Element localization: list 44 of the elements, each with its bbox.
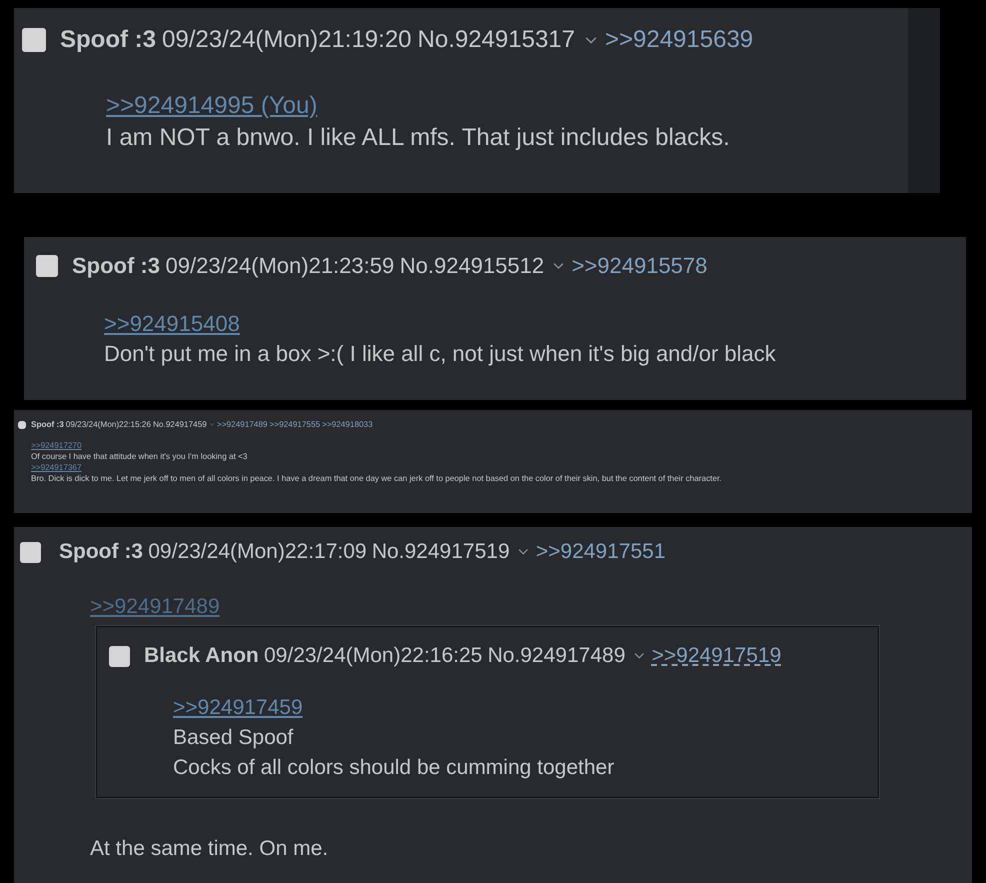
chevron-icon[interactable] bbox=[210, 423, 214, 426]
post-text: I am NOT a bnwo. I like ALL mfs. That just includes blacks. bbox=[106, 123, 731, 153]
post-number[interactable]: No.924917459 bbox=[152, 420, 207, 429]
reply-link[interactable]: >>924917489 bbox=[216, 420, 268, 429]
checkbox[interactable] bbox=[22, 28, 46, 52]
post-text: Bro. Dick is dick to me. Let me jerk off to men of all colors in peace. I have a dream that one day we can jerk off to people not based on the color of their skin, but the content of their character. bbox=[31, 473, 723, 484]
quote-link[interactable]: >>924914995 (You) bbox=[106, 92, 318, 119]
post-datetime: 09/23/24(Mon)21:19:20 bbox=[162, 26, 412, 54]
poster-name: Spoof :3 bbox=[59, 540, 143, 564]
post-datetime: 09/23/24(Mon)22:16:25 bbox=[264, 643, 482, 669]
poster-name: Black Anon bbox=[144, 643, 259, 669]
post-datetime: 09/23/24(Mon)21:23:59 bbox=[166, 253, 394, 279]
post-number[interactable]: No.924915512 bbox=[400, 253, 544, 279]
poster-name: Spoof :3 bbox=[60, 26, 156, 54]
chevron-icon[interactable] bbox=[634, 652, 644, 660]
quote-link[interactable]: >>924917270 bbox=[31, 441, 82, 450]
reply-link[interactable]: >>924918033 bbox=[322, 420, 373, 429]
poster-name: Spoof :3 bbox=[72, 253, 160, 279]
post-text: Of course I have that attitude when it's you I'm looking at <3 bbox=[31, 451, 248, 462]
quote-link[interactable]: >>924915408 bbox=[104, 311, 240, 336]
post-text: Based Spoof bbox=[173, 725, 294, 751]
checkbox[interactable] bbox=[20, 542, 41, 562]
post-datetime: 09/23/24(Mon)22:17:09 bbox=[148, 540, 367, 564]
post-number[interactable]: No.924917489 bbox=[488, 641, 626, 671]
checkbox[interactable] bbox=[109, 646, 130, 666]
reply-link[interactable]: >>924917519 bbox=[652, 641, 782, 671]
poster-name: Spoof :3 bbox=[31, 420, 64, 429]
checkbox[interactable] bbox=[36, 255, 58, 277]
post-text: Don't put me in a box >:( I like all c, not just when it's big and/or black bbox=[104, 340, 777, 368]
chevron-icon[interactable] bbox=[552, 262, 564, 270]
post-number[interactable]: No.924915317 bbox=[418, 26, 575, 54]
quote-link[interactable]: >>924917367 bbox=[31, 463, 82, 472]
checkbox[interactable] bbox=[18, 420, 26, 428]
chevron-icon[interactable] bbox=[518, 548, 529, 556]
reply-link[interactable]: >>924915639 bbox=[604, 26, 754, 54]
reply-link[interactable]: >>924917555 bbox=[270, 420, 320, 429]
quote-link[interactable]: >>924917459 bbox=[173, 696, 303, 719]
post-text: Cocks of all colors should be cumming together bbox=[173, 755, 616, 781]
reply-link[interactable]: >>924915578 bbox=[572, 253, 708, 279]
post-number[interactable]: No.924917519 bbox=[372, 540, 510, 564]
post-datetime: 09/23/24(Mon)22:15:26 bbox=[66, 420, 151, 429]
reply-link[interactable]: >>924917551 bbox=[536, 540, 666, 564]
chevron-icon[interactable] bbox=[584, 36, 597, 44]
post-text: At the same time. On me. bbox=[90, 836, 330, 862]
